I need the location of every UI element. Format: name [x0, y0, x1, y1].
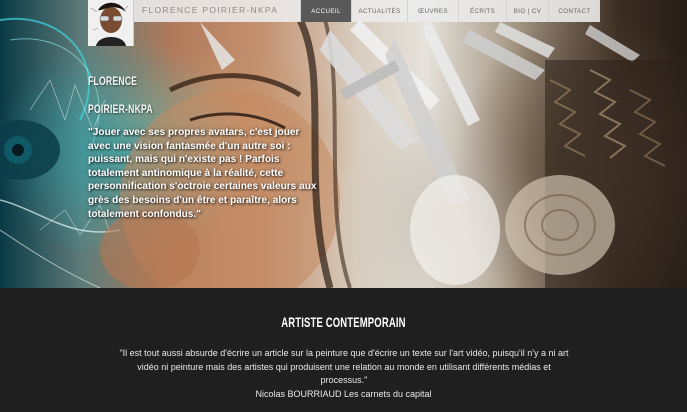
artist-last-name: POIRIER-NKPA	[88, 102, 153, 116]
hero-banner: FLORENCE POIRIER-NKPA ACCUEIL ACTUALITÉS…	[0, 0, 687, 288]
nav-item-actualites[interactable]: ACTUALITÉS	[351, 0, 407, 22]
hero-quote: "Jouer avec ses propres avatars, c'est j…	[88, 127, 317, 220]
nav-item-contact[interactable]: CONTACT	[548, 0, 600, 22]
section-quote: "Il est tout aussi absurde d'écrire un a…	[119, 348, 569, 385]
nav-item-oeuvres[interactable]: ŒUVRES	[407, 0, 458, 22]
quote-author: Nicolas BOURRIAUD Les carnets du capital	[255, 389, 432, 399]
artist-first-name: FLORENCE	[88, 74, 138, 88]
nav-item-bio-cv[interactable]: BIO | CV	[506, 0, 548, 22]
artist-section: ARTISTE CONTEMPORAIN "Il est tout aussi …	[0, 288, 687, 412]
main-navigation: ACCUEIL ACTUALITÉS ŒUVRES ÉCRITS BIO | C…	[300, 0, 600, 22]
section-title: ARTISTE CONTEMPORAIN	[281, 314, 406, 330]
artist-logo-photo[interactable]	[88, 0, 134, 46]
artist-portrait-icon	[88, 0, 133, 46]
site-name[interactable]: FLORENCE POIRIER-NKPA	[142, 5, 278, 15]
nav-item-ecrits[interactable]: ÉCRITS	[458, 0, 506, 22]
section-title-wrapper: ARTISTE CONTEMPORAIN	[0, 314, 687, 332]
nav-item-accueil[interactable]: ACCUEIL	[300, 0, 351, 22]
